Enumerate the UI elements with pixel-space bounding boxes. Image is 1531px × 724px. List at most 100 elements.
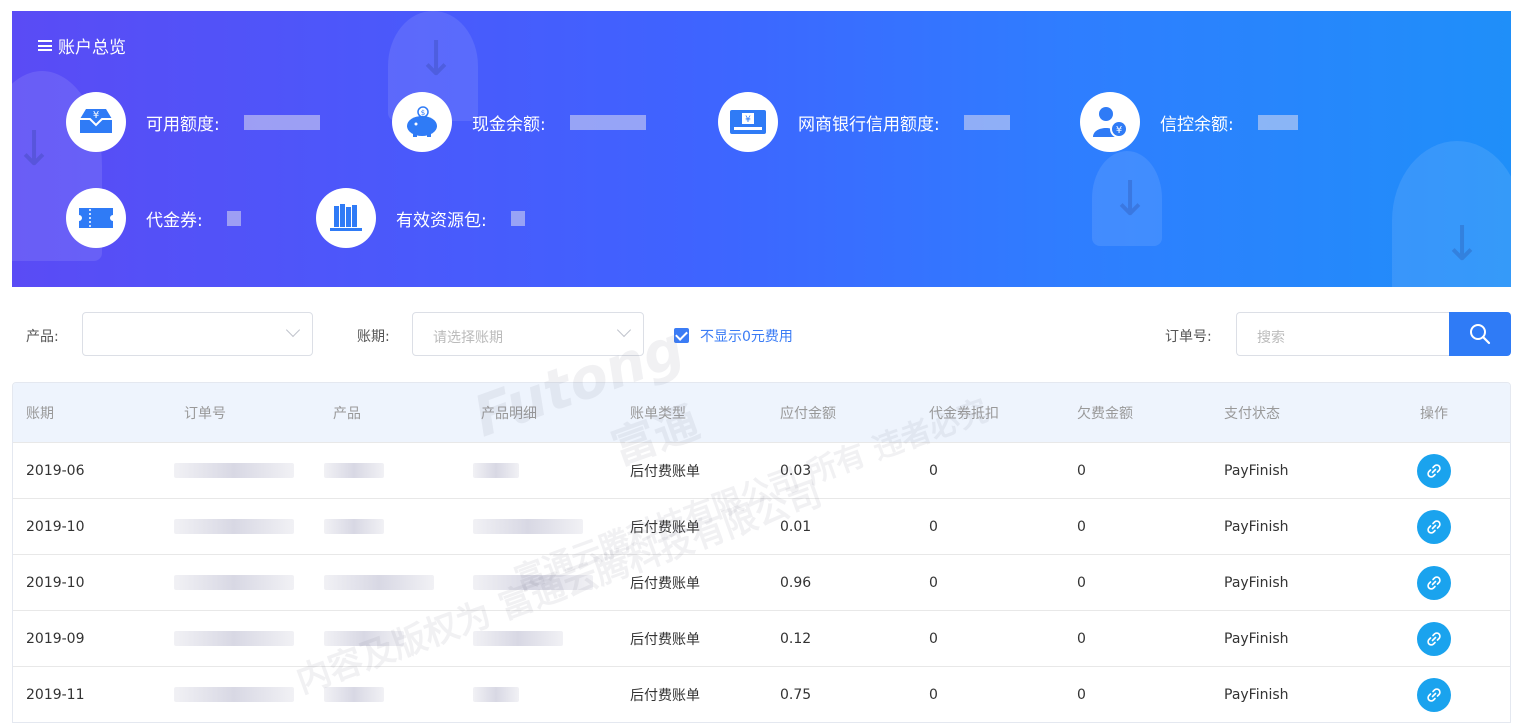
row-bill-type: 后付费账单 [630,575,700,592]
row-arrears: 0 [1077,462,1086,479]
link-icon [1427,631,1441,646]
masked-product-detail [473,631,563,646]
order-search-input[interactable]: 搜索 [1236,312,1450,356]
row-period: 2019-10 [26,518,85,535]
period-select-placeholder: 请选择账期 [433,330,503,346]
books-icon [316,188,376,248]
masked-value [1257,114,1298,130]
stat-mybank-credit: ¥ 网商银行信用额度: [718,92,1010,152]
row-period: 2019-11 [26,686,85,703]
link-button[interactable] [1417,621,1451,656]
period-select[interactable]: 请选择账期 [412,312,644,356]
link-icon [1427,463,1441,478]
user-yuan-icon: ¥ [1080,92,1140,152]
row-arrears: 0 [1077,630,1086,647]
stat-vouchers: 代金券: [66,188,241,248]
filter-bar: 产品: 账期: 请选择账期 不显示0元费用 订单号: 搜索 [12,312,1511,356]
masked-value [569,114,646,130]
svg-text:¥: ¥ [93,110,99,121]
stat-label: 可用额度: [146,114,220,135]
stat-credit-control-balance: ¥ 信控余额: [1080,92,1298,152]
row-voucher: 0 [929,686,938,703]
row-status: PayFinish [1224,574,1289,591]
row-amount: 0.75 [780,686,812,703]
stat-resource-packs: 有效资源包: [316,188,525,248]
stat-label: 代金券: [146,210,203,231]
masked-order-number [174,575,294,590]
wallet-yuan-icon: ¥ [66,92,126,152]
row-arrears: 0 [1077,686,1086,703]
overview-title[interactable]: 账户总览 [38,33,126,58]
decor-arrow-icon: ↓ [416,31,457,87]
search-icon [1470,324,1491,345]
masked-product-detail [473,575,593,590]
row-amount: 0.12 [780,630,812,647]
col-payment-status: 支付状态 [1224,405,1280,422]
col-product: 产品 [333,405,361,422]
stat-label: 有效资源包: [396,210,487,231]
col-period: 账期 [26,405,54,422]
order-number-label: 订单号: [1165,329,1212,345]
link-button[interactable] [1417,677,1451,712]
masked-value [226,210,241,226]
masked-value [963,114,1010,130]
table-header: 账期 订单号 产品 产品明细 账单类型 应付金额 代金券抵扣 欠费金额 支付状态… [13,383,1510,442]
col-order-number: 订单号 [184,405,226,422]
search-placeholder: 搜索 [1257,330,1285,346]
decor-arrow-icon: ↓ [1442,216,1483,272]
row-status: PayFinish [1224,518,1289,535]
stat-label: 信控余额: [1160,114,1234,135]
row-bill-type: 后付费账单 [630,631,700,648]
link-button[interactable] [1417,453,1451,488]
table-row: 2019-09 后付费账单 0.12 0 0 PayFinish [13,610,1510,666]
link-button[interactable] [1417,565,1451,600]
row-amount: 0.03 [780,462,812,479]
account-overview-banner: ↓ ↓ ↓ ↓ 账户总览 ¥ 可用额度: $ 现金余额: ¥ 网商银行信用额度:… [12,11,1511,287]
col-actions: 操作 [1420,405,1448,422]
masked-order-number [174,519,294,534]
link-button[interactable] [1417,509,1451,544]
masked-order-number [174,463,294,478]
col-arrears: 欠费金额 [1077,405,1133,422]
table-row: 2019-10 后付费账单 0.96 0 0 PayFinish [13,554,1510,610]
bank-card-icon: ¥ [718,92,778,152]
row-status: PayFinish [1224,686,1289,703]
row-bill-type: 后付费账单 [630,687,700,704]
row-voucher: 0 [929,462,938,479]
hide-zero-label[interactable]: 不显示0元费用 [700,326,793,346]
decor-arrow-icon: ↓ [14,121,55,177]
col-amount-due: 应付金额 [780,405,836,422]
stat-label: 网商银行信用额度: [798,114,940,135]
masked-product-detail [473,687,519,702]
link-icon [1427,687,1441,702]
svg-text:¥: ¥ [1116,125,1122,136]
product-select[interactable] [82,312,313,356]
row-arrears: 0 [1077,574,1086,591]
row-period: 2019-06 [26,462,85,479]
search-button[interactable] [1449,312,1511,356]
row-voucher: 0 [929,630,938,647]
row-bill-type: 后付费账单 [630,463,700,480]
masked-product [324,687,384,702]
masked-product [324,631,404,646]
stat-available-credit: ¥ 可用额度: [66,92,320,152]
hide-zero-checkbox[interactable] [674,328,689,343]
row-voucher: 0 [929,574,938,591]
row-status: PayFinish [1224,462,1289,479]
masked-product [324,463,384,478]
link-icon [1427,519,1441,534]
decor-arrow-icon: ↓ [1110,171,1151,227]
table-row: 2019-06 后付费账单 0.03 0 0 PayFinish [13,442,1510,498]
masked-product [324,519,384,534]
table-row: 2019-11 后付费账单 0.75 0 0 PayFinish [13,666,1510,722]
row-bill-type: 后付费账单 [630,519,700,536]
period-filter-label: 账期: [357,329,390,345]
masked-value [243,114,320,130]
masked-value [510,210,525,226]
row-arrears: 0 [1077,518,1086,535]
masked-order-number [174,687,294,702]
stat-label: 现金余额: [472,114,546,135]
chevron-down-icon [616,322,632,338]
ticket-icon [66,188,126,248]
table-row: 2019-10 后付费账单 0.01 0 0 PayFinish [13,498,1510,554]
